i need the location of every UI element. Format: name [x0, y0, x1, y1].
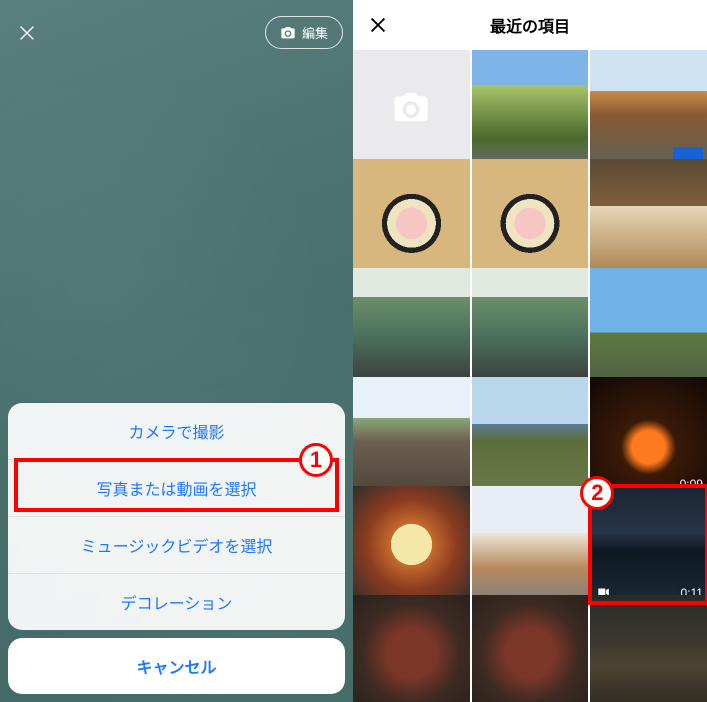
camera-icon	[391, 88, 431, 128]
picker-title: 最近の項目	[490, 13, 570, 37]
photo-thumb[interactable]	[590, 50, 707, 167]
story-create-screen: 編集 カメラで撮影 写真または動画を選択 ミュージックビデオを選択 デコレーショ…	[0, 0, 353, 702]
sheet-option-decoration[interactable]: デコレーション	[8, 574, 345, 630]
sheet-option-select-media[interactable]: 写真または動画を選択	[8, 460, 345, 517]
sheet-option-camera[interactable]: カメラで撮影	[8, 403, 345, 460]
photo-thumb[interactable]	[472, 377, 589, 494]
photo-thumb[interactable]	[353, 268, 470, 385]
edit-button[interactable]: 編集	[265, 16, 343, 49]
sheet-cancel-button[interactable]: キャンセル	[8, 638, 345, 694]
camera-icon	[280, 25, 296, 41]
left-header: 編集	[0, 0, 353, 59]
photo-thumb[interactable]	[590, 159, 707, 276]
video-thumb[interactable]: 0:11	[590, 486, 707, 603]
sheet-option-music-video[interactable]: ミュージックビデオを選択	[8, 517, 345, 574]
photo-thumb[interactable]	[472, 159, 589, 276]
video-thumb[interactable]: 0:09	[590, 377, 707, 494]
close-icon[interactable]	[367, 14, 389, 36]
photo-thumb[interactable]	[590, 268, 707, 385]
picker-header: 最近の項目	[353, 0, 707, 50]
photo-thumb[interactable]	[353, 486, 470, 603]
photo-thumb[interactable]	[472, 268, 589, 385]
close-icon[interactable]	[16, 22, 38, 44]
photo-picker-screen: 最近の項目 0:09 0:11	[353, 0, 707, 702]
edit-label: 編集	[302, 23, 328, 42]
action-sheet: カメラで撮影 写真または動画を選択 ミュージックビデオを選択 デコレーション キ…	[8, 403, 345, 694]
photo-thumb[interactable]	[472, 595, 589, 702]
photo-thumb[interactable]	[472, 50, 589, 167]
photo-thumb[interactable]	[590, 595, 707, 702]
photo-thumb[interactable]	[353, 159, 470, 276]
photo-thumb[interactable]	[472, 486, 589, 603]
sheet-options: カメラで撮影 写真または動画を選択 ミュージックビデオを選択 デコレーション	[8, 403, 345, 630]
photo-thumb[interactable]	[353, 595, 470, 702]
photo-grid: 0:09 0:11 2	[353, 50, 707, 702]
camera-tile[interactable]	[353, 50, 470, 167]
photo-thumb[interactable]	[353, 377, 470, 494]
